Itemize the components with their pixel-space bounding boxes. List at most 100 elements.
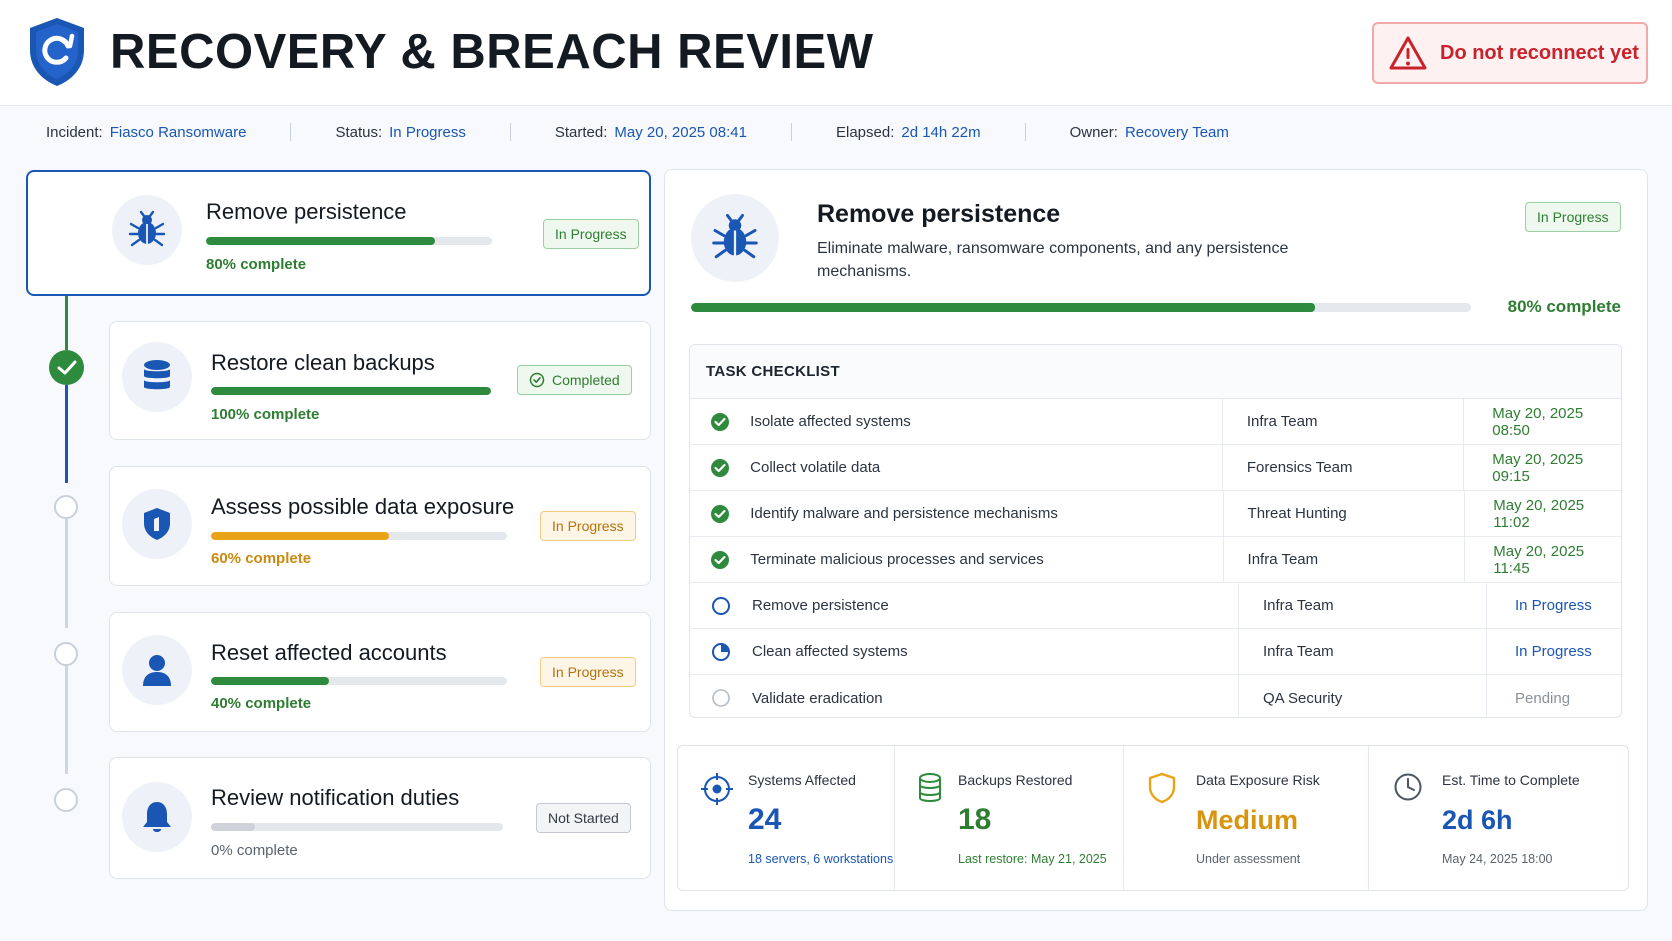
task-name: Remove persistence — [752, 597, 889, 614]
checklist-row[interactable]: Collect volatile data Forensics Team May 2… — [690, 445, 1621, 491]
task-name: Terminate malicious processes and servic… — [750, 551, 1044, 568]
task-team-label: Forensics Team — [1246, 459, 1353, 476]
checklist-row[interactable]: Remove persistence Infra Team In Progress — [690, 583, 1621, 629]
task-team: Infra Team — [1221, 399, 1465, 444]
warning-triangle-icon — [1389, 36, 1427, 70]
checklist-row[interactable]: Validate eradication QA Security Pending — [690, 675, 1621, 717]
divider — [290, 123, 292, 141]
stat-value: 18 — [958, 803, 992, 836]
step-progress-bar — [206, 237, 492, 245]
checklist-heading: TASK CHECKLIST — [690, 345, 1621, 399]
step-card-remove-persistence[interactable]: Remove persistence 80% complete In Progr… — [26, 170, 651, 296]
circle-outline-icon — [690, 596, 752, 616]
step-title: Assess possible data exposure — [211, 494, 515, 519]
stat-sub: May 24, 2025 18:00 — [1442, 852, 1553, 866]
checklist-row[interactable]: Isolate affected systems Infra Team May 20… — [690, 399, 1621, 445]
step-card-reset-accounts[interactable]: Reset affected accounts 40% complete In … — [109, 612, 651, 732]
stat-sub: Under assessment — [1196, 852, 1301, 866]
progress-fill — [211, 677, 330, 685]
task-time: May 20, 2025 08:50 — [1492, 404, 1584, 439]
task-team: Forensics Team — [1221, 445, 1465, 490]
divider — [790, 123, 792, 141]
task-team-label: Infra Team — [1247, 551, 1319, 568]
task-team: Infra Team — [1238, 629, 1487, 674]
incident-value[interactable]: Fiasco Ransomware — [110, 124, 247, 141]
step-card-assess-exposure[interactable]: Assess possible data exposure 60% comple… — [109, 466, 651, 586]
step-pending-marker — [54, 788, 78, 812]
stat-label: Est. Time to Complete — [1442, 772, 1580, 788]
meta-incident: Incident: Fiasco Ransomware — [46, 124, 246, 141]
task-team-label: Infra Team — [1263, 597, 1334, 614]
check-circle-icon — [690, 412, 750, 432]
stat-time-to-complete: Est. Time to Complete 2d 6h May 24, 2025… — [1369, 746, 1628, 890]
detail-percent: 80% complete — [1507, 297, 1621, 316]
meta-owner: Owner: Recovery Team — [1070, 124, 1229, 141]
incident-meta-bar: Incident: Fiasco Ransomware Status: In P… — [0, 106, 1672, 158]
stat-sub-label: Last restore: — [958, 852, 1028, 866]
task-team: Threat Hunting — [1222, 491, 1466, 536]
step-pending-marker — [54, 642, 78, 666]
step-pending-marker — [54, 495, 78, 519]
progress-fill — [211, 532, 389, 540]
task-team: Infra Team — [1222, 537, 1466, 582]
shield-outline-icon — [1148, 772, 1176, 804]
step-progress-bar — [211, 677, 507, 685]
meta-status: Status: In Progress — [335, 124, 465, 141]
empty-circle-icon — [690, 688, 752, 708]
step-progress-bar — [211, 532, 507, 540]
step-card-restore-backups[interactable]: Restore clean backups 100% complete Comp… — [109, 321, 651, 440]
clock-icon — [1394, 773, 1422, 801]
meta-started: Started: May 20, 2025 08:41 — [555, 124, 747, 141]
task-time: May 20, 2025 09:15 — [1492, 450, 1584, 485]
header: RECOVERY & BREACH REVIEW Do not reconnec… — [0, 0, 1672, 106]
stat-label: Backups Restored — [958, 772, 1073, 788]
status-badge: In Progress — [540, 511, 636, 541]
task-checklist: TASK CHECKLIST Isolate affected systems I… — [689, 344, 1622, 718]
status-badge: Completed — [517, 365, 632, 395]
check-circle-icon — [690, 550, 750, 570]
task-time: In Progress — [1515, 643, 1592, 660]
divider — [1024, 123, 1026, 141]
step-detail-panel: Remove persistence Eliminate malware, ra… — [664, 169, 1648, 911]
progress-track — [211, 823, 255, 831]
checklist-row[interactable]: Clean affected systems Infra Team In Progr… — [690, 629, 1621, 675]
status-badge: Not Started — [536, 803, 631, 833]
bell-icon — [122, 782, 192, 852]
stats-summary: Systems Affected 24 18 servers, 6 workst… — [677, 745, 1629, 891]
task-team-label: QA Security — [1263, 689, 1343, 707]
detail-progress-bar — [691, 303, 1471, 312]
step-percent: 60% complete — [211, 550, 312, 567]
started-label: Started: — [554, 123, 608, 141]
check-circle-icon — [690, 458, 750, 478]
owner-value[interactable]: Recovery Team — [1125, 124, 1229, 141]
task-name: Isolate affected systems — [750, 413, 911, 430]
step-title: Review notification duties — [211, 785, 460, 810]
do-not-reconnect-warning[interactable]: Do not reconnect yet — [1372, 22, 1648, 84]
task-time: Pending — [1515, 689, 1571, 707]
checklist-row[interactable]: Terminate malicious processes and servic… — [690, 537, 1621, 583]
stat-value: 2d 6h — [1442, 805, 1513, 835]
step-percent: 40% complete — [211, 695, 312, 712]
step-card-notification-duties[interactable]: Review notification duties 0% complete N… — [109, 757, 651, 879]
task-name: Validate eradication — [752, 689, 883, 707]
database-icon — [122, 342, 192, 412]
owner-label: Owner: — [1069, 123, 1118, 141]
divider — [509, 123, 511, 141]
task-team-label: Infra Team — [1263, 643, 1334, 660]
status-badge-label: Completed — [552, 372, 620, 388]
stat-data-exposure-risk: Data Exposure Risk Medium Under assessme… — [1124, 746, 1369, 890]
task-name: Identify malware and persistence mechani… — [750, 505, 1058, 522]
task-time: In Progress — [1515, 597, 1592, 614]
elapsed-label: Elapsed: — [835, 123, 895, 141]
started-value: May 20, 2025 08:41 — [614, 123, 747, 141]
checklist-row[interactable]: Identify malware and persistence mechani… — [690, 491, 1621, 537]
stat-value: 24 — [748, 803, 782, 836]
status-badge: In Progress — [543, 219, 639, 249]
status-label: Status: — [335, 123, 383, 141]
step-percent: 100% complete — [211, 406, 320, 423]
task-team: QA Security — [1238, 675, 1487, 717]
task-time: May 20, 2025 11:02 — [1493, 496, 1585, 531]
task-name: Collect volatile data — [750, 459, 881, 476]
step-title: Restore clean backups — [211, 350, 435, 375]
step-percent: 80% complete — [206, 256, 307, 273]
